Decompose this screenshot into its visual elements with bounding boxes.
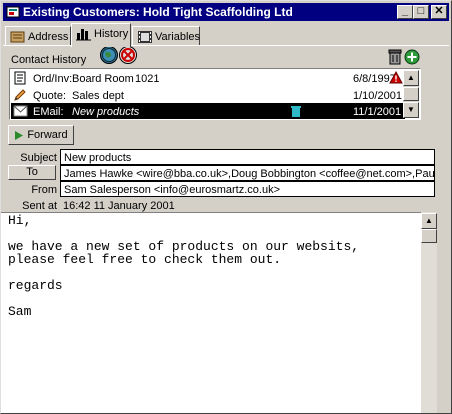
row-type: Quote: <box>33 90 67 102</box>
history-row-selected[interactable]: EMail: New products 11/1/2001 <box>11 103 405 119</box>
subject-label: Subject <box>20 152 57 164</box>
forward-button[interactable]: Forward <box>8 125 74 145</box>
body-scrollbar[interactable]: ▲ <box>421 212 437 413</box>
row-subject: Sales dept <box>72 90 124 102</box>
history-scrollbar[interactable]: ▲ ▼ <box>403 70 419 118</box>
email-body[interactable]: Hi, we have a new set of products on our… <box>1 212 421 413</box>
scroll-thumb[interactable] <box>403 87 419 101</box>
sent-at-value: 16:42 11 January 2001 <box>63 200 175 212</box>
scroll-up-button[interactable]: ▲ <box>403 70 419 86</box>
body-scroll-thumb[interactable] <box>421 229 437 243</box>
row-date: 1/10/2001 <box>353 90 402 102</box>
globe-button[interactable] <box>100 46 118 64</box>
subject-field[interactable]: New products <box>60 149 435 165</box>
document-icon <box>14 71 26 85</box>
forward-arrow-icon <box>15 130 24 140</box>
globe-icon <box>102 48 116 62</box>
customer-window: Existing Customers: Hold Tight Scaffoldi… <box>0 0 452 414</box>
row-date: 11/1/2001 <box>353 106 402 118</box>
row-subject: Board Room <box>72 73 134 85</box>
row-type: Ord/Inv: <box>33 73 73 85</box>
scroll-down-button[interactable]: ▼ <box>403 102 419 118</box>
contact-history-label: Contact History <box>11 54 87 66</box>
email-icon <box>13 105 28 117</box>
row-type: EMail: <box>33 106 64 118</box>
to-field[interactable]: James Hawke <wire@bba.co.uk>,Doug Bobbin… <box>60 165 435 181</box>
tab-history-label: History <box>94 27 129 40</box>
from-field[interactable]: Sam Salesperson <info@eurosmartz.co.uk> <box>60 181 435 197</box>
delete-icon <box>121 48 135 62</box>
trash-icon[interactable] <box>388 49 402 65</box>
email-body-text: Hi, we have a new set of products on our… <box>8 213 360 319</box>
history-row[interactable]: Quote: Sales dept 1/10/2001 <box>11 87 405 104</box>
pencil-icon <box>14 89 26 101</box>
address-card-icon <box>10 31 25 43</box>
warning-icon <box>389 71 403 84</box>
sent-at-label: Sent at <box>22 200 57 212</box>
tab-history[interactable]: History <box>71 23 131 47</box>
contact-history-list[interactable]: Ord/Inv: Board Room 1021 6/8/1997 Quote:… <box>9 68 421 120</box>
maximize-button[interactable]: □ <box>413 5 429 19</box>
close-button[interactable]: ✕ <box>431 5 447 19</box>
tab-address[interactable]: Address <box>5 26 71 46</box>
window-title: Existing Customers: Hold Tight Scaffoldi… <box>23 5 293 19</box>
from-label: From <box>31 184 57 196</box>
history-row[interactable]: Ord/Inv: Board Room 1021 6/8/1997 <box>11 70 405 87</box>
forward-label: Forward <box>27 129 68 141</box>
title-bar[interactable]: Existing Customers: Hold Tight Scaffoldi… <box>3 3 449 21</box>
bar-chart-icon <box>76 29 91 41</box>
body-scroll-up-button[interactable]: ▲ <box>421 213 437 229</box>
app-icon <box>6 6 20 18</box>
delete-button[interactable] <box>119 46 137 64</box>
row-ref: 1021 <box>135 73 160 85</box>
tab-address-label: Address <box>28 30 69 43</box>
add-icon[interactable] <box>404 49 420 65</box>
bin-icon <box>291 106 301 117</box>
film-icon <box>138 31 152 43</box>
to-button[interactable]: To <box>8 165 56 180</box>
row-subject: New products <box>72 106 140 118</box>
tab-divider <box>3 45 449 46</box>
tab-variables[interactable]: Variables <box>132 26 200 46</box>
minimize-button[interactable]: _ <box>397 5 413 19</box>
tab-variables-label: Variables <box>155 30 201 43</box>
